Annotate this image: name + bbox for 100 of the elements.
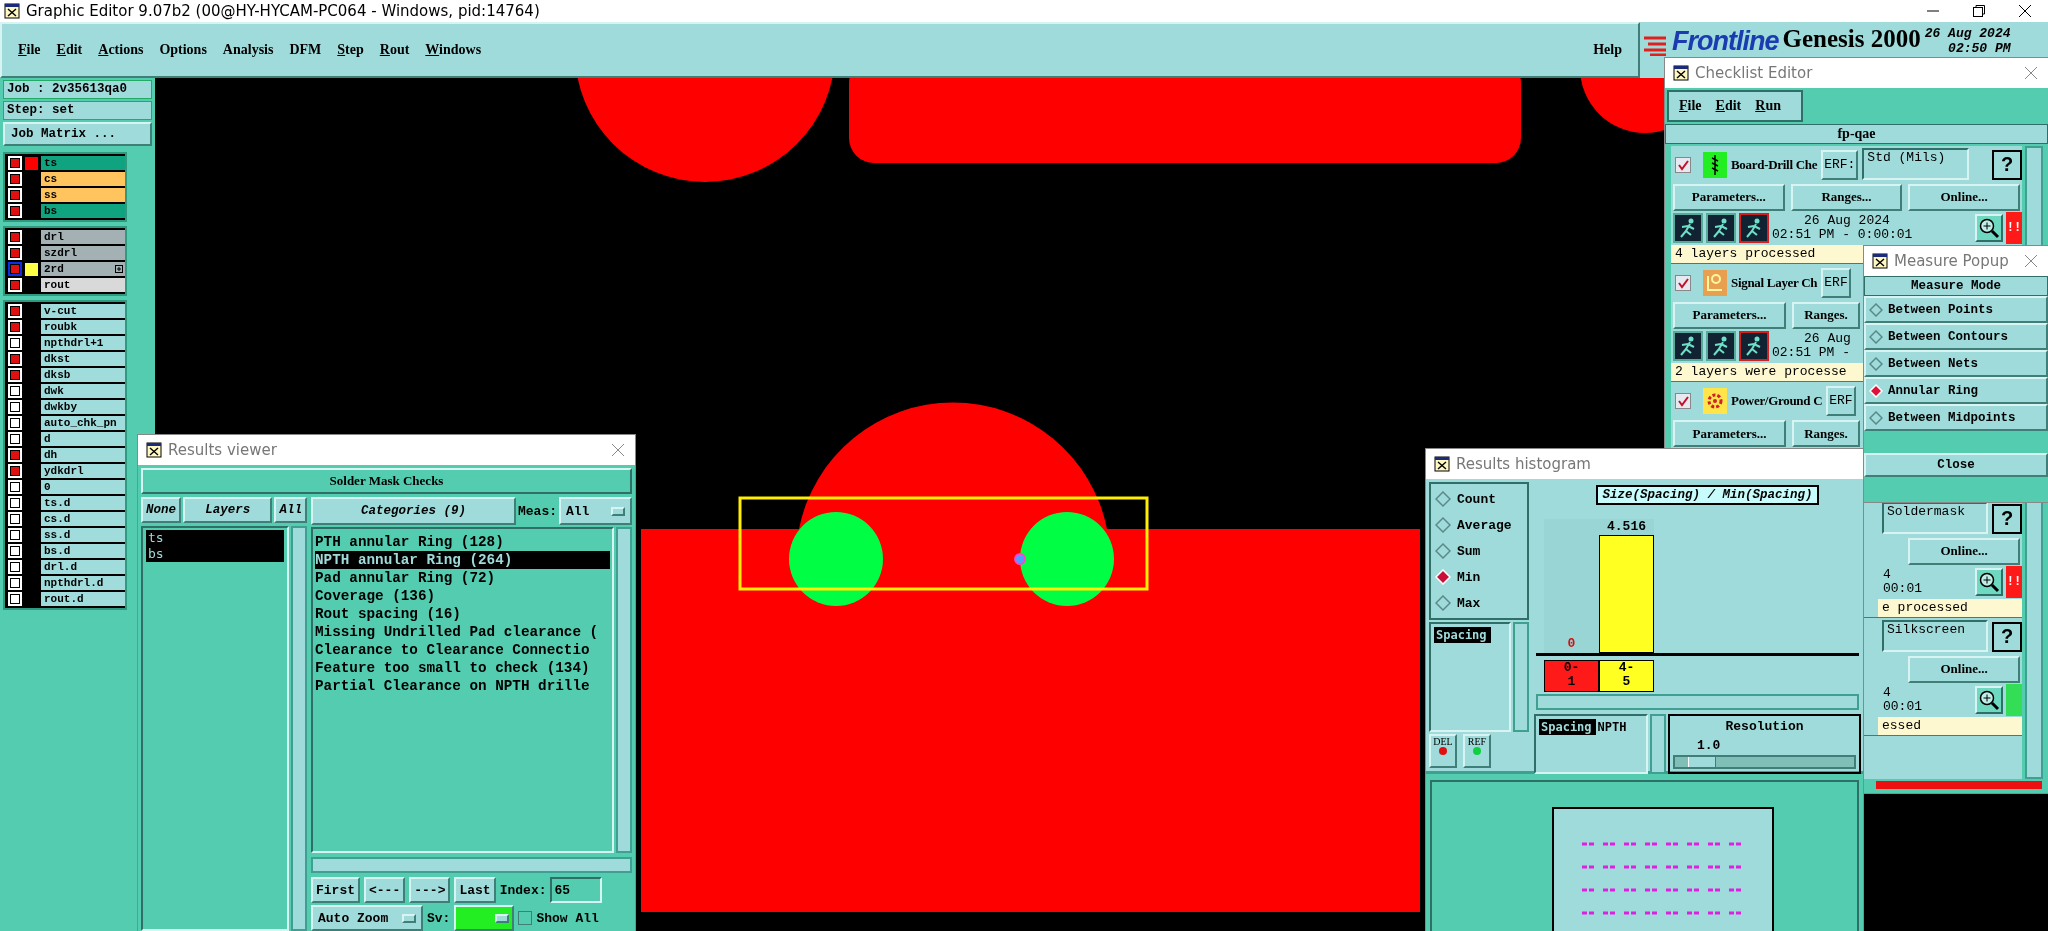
layer-name[interactable]: bs xyxy=(41,204,125,218)
radio-diamond[interactable] xyxy=(1435,491,1451,507)
layer-name[interactable]: rout xyxy=(41,278,125,292)
scrollbar[interactable] xyxy=(1536,694,1859,710)
erf-button[interactable]: ERF: xyxy=(1821,149,1859,180)
measure-mode-option[interactable]: Annular Ring xyxy=(1864,377,2048,404)
category-list-item[interactable]: Coverage (136) xyxy=(315,587,610,605)
category-list-item[interactable]: PTH annular Ring (128) xyxy=(315,533,610,551)
menu-item[interactable]: File xyxy=(1673,96,1708,116)
erf-button[interactable]: ERF xyxy=(1821,267,1851,298)
enable-checkbox[interactable] xyxy=(1675,392,1691,409)
severity-dropdown[interactable] xyxy=(454,905,515,931)
menu-item[interactable]: DFM xyxy=(283,40,328,60)
erf-field[interactable]: Soldermask xyxy=(1882,502,1989,534)
check-action-button[interactable]: Parameters... xyxy=(1673,301,1786,330)
display-color-swatch[interactable] xyxy=(25,262,38,276)
menu-item[interactable]: Step xyxy=(331,40,370,60)
category-list-item[interactable]: Clearance to Clearance Connectio xyxy=(315,641,610,659)
layer-name[interactable]: ydkdrl xyxy=(41,464,125,478)
erf-button[interactable]: ERF xyxy=(1826,385,1856,416)
radio-diamond[interactable] xyxy=(1869,302,1883,317)
navigation-button[interactable]: Last xyxy=(454,877,496,903)
check-action-button[interactable]: Online... xyxy=(1908,655,2020,684)
measure-mode-option[interactable]: Between Points xyxy=(1864,296,2048,323)
layer-name[interactable]: ss.d xyxy=(41,528,125,542)
layer-name[interactable]: bs.d xyxy=(41,544,125,558)
menu-item[interactable]: Windows xyxy=(419,40,488,60)
layer-name[interactable]: dksb xyxy=(41,368,125,382)
category-list-item[interactable]: Feature too small to check (134) xyxy=(315,659,610,677)
layer-name[interactable]: szdrl xyxy=(41,246,125,260)
attribute-list-item[interactable]: Spacing xyxy=(1539,719,1596,735)
layer-name[interactable]: npthdrl.d xyxy=(41,576,125,590)
running-figure-icon[interactable] xyxy=(1673,213,1703,244)
index-input[interactable]: 65 xyxy=(550,877,603,903)
running-figure-icon[interactable] xyxy=(1706,213,1736,244)
close-icon[interactable] xyxy=(2024,66,2038,80)
layer-name[interactable]: cs.d xyxy=(41,512,125,526)
radio-diamond[interactable] xyxy=(1869,356,1883,371)
mode-option[interactable]: Min xyxy=(1435,564,1523,590)
close-icon[interactable] xyxy=(2024,254,2038,268)
help-button[interactable]: ? xyxy=(1992,621,2022,652)
help-button[interactable]: ? xyxy=(1992,503,2022,534)
radio-diamond[interactable] xyxy=(1869,329,1883,344)
layer-name[interactable]: drl xyxy=(41,230,125,244)
scrollbar[interactable] xyxy=(1513,622,1529,732)
measure-mode-option[interactable]: Between Contours xyxy=(1864,323,2048,350)
measure-mode-option[interactable]: Between Nets xyxy=(1864,350,2048,377)
layer-name[interactable]: dwk xyxy=(41,384,125,398)
layer-name[interactable]: d xyxy=(41,432,125,446)
check-action-button[interactable]: Online... xyxy=(1908,183,2020,212)
menu-item[interactable]: File xyxy=(12,40,47,60)
category-list-item[interactable]: Rout spacing (16) xyxy=(315,605,610,623)
navigation-button[interactable]: First xyxy=(311,877,360,903)
menu-item[interactable]: Rout xyxy=(373,40,416,60)
navigation-button[interactable]: ---> xyxy=(409,877,451,903)
menu-item[interactable]: Run xyxy=(1749,96,1787,116)
menu-item[interactable]: Analysis xyxy=(216,40,280,60)
running-figure-icon[interactable] xyxy=(1673,331,1703,362)
layer-filter-button[interactable]: Layers xyxy=(183,497,273,523)
category-list-item[interactable]: Partial Clearance on NPTH drille xyxy=(315,677,610,695)
menu-item[interactable]: Options xyxy=(153,40,213,60)
menu-item[interactable]: Edit xyxy=(1709,96,1748,116)
zoom-in-button[interactable] xyxy=(1975,214,2003,243)
radio-diamond[interactable] xyxy=(1435,517,1451,533)
resolution-slider[interactable] xyxy=(1673,755,1856,769)
layer-name[interactable]: 0 xyxy=(41,480,125,494)
close-icon[interactable] xyxy=(611,443,625,457)
navigation-button[interactable]: <--- xyxy=(364,877,406,903)
layer-name[interactable]: dh xyxy=(41,448,125,462)
close-button[interactable]: Close xyxy=(1864,453,2048,477)
running-figure-icon[interactable] xyxy=(1739,213,1769,244)
measure-mode-option[interactable]: Between Midpoints xyxy=(1864,404,2048,431)
scrollbar[interactable] xyxy=(616,527,632,853)
show-all-checkbox[interactable] xyxy=(518,911,533,925)
layer-name[interactable]: 2rd xyxy=(41,262,125,276)
layer-name[interactable]: rout.d xyxy=(41,592,125,606)
mode-option[interactable]: Count xyxy=(1435,486,1523,512)
running-figure-icon[interactable] xyxy=(1706,331,1736,362)
radio-diamond[interactable] xyxy=(1435,595,1451,611)
categories-button[interactable]: Categories (9) xyxy=(311,497,516,525)
layer-name[interactable]: ts.d xyxy=(41,496,125,510)
erf-field[interactable]: Silkscreen xyxy=(1882,620,1989,652)
erf-field[interactable]: Std (Mils) xyxy=(1862,148,1970,180)
category-list-item[interactable]: Pad annular Ring (72) xyxy=(315,569,610,587)
enable-checkbox[interactable] xyxy=(1675,156,1691,173)
display-color-swatch[interactable] xyxy=(25,156,38,170)
refresh-button[interactable]: REF xyxy=(1463,734,1491,768)
layer-name[interactable]: drl.d xyxy=(41,560,125,574)
help-menu[interactable]: Help xyxy=(1587,40,1628,60)
check-action-button[interactable]: Ranges... xyxy=(1790,183,1903,212)
category-list-item[interactable]: NPTH annular Ring (264) xyxy=(315,551,610,569)
attribute-list-item[interactable]: NPTH xyxy=(1595,719,1631,735)
mode-option[interactable]: Max xyxy=(1435,590,1523,616)
scrollbar[interactable] xyxy=(1650,714,1666,774)
zoom-in-button[interactable] xyxy=(1975,686,2003,715)
radio-diamond[interactable] xyxy=(1869,410,1883,425)
layer-name[interactable]: dkst xyxy=(41,352,125,366)
layer-name[interactable]: roubk xyxy=(41,320,125,334)
meas-dropdown[interactable]: All xyxy=(559,497,632,525)
layer-name[interactable]: npthdrl+1 xyxy=(41,336,125,350)
